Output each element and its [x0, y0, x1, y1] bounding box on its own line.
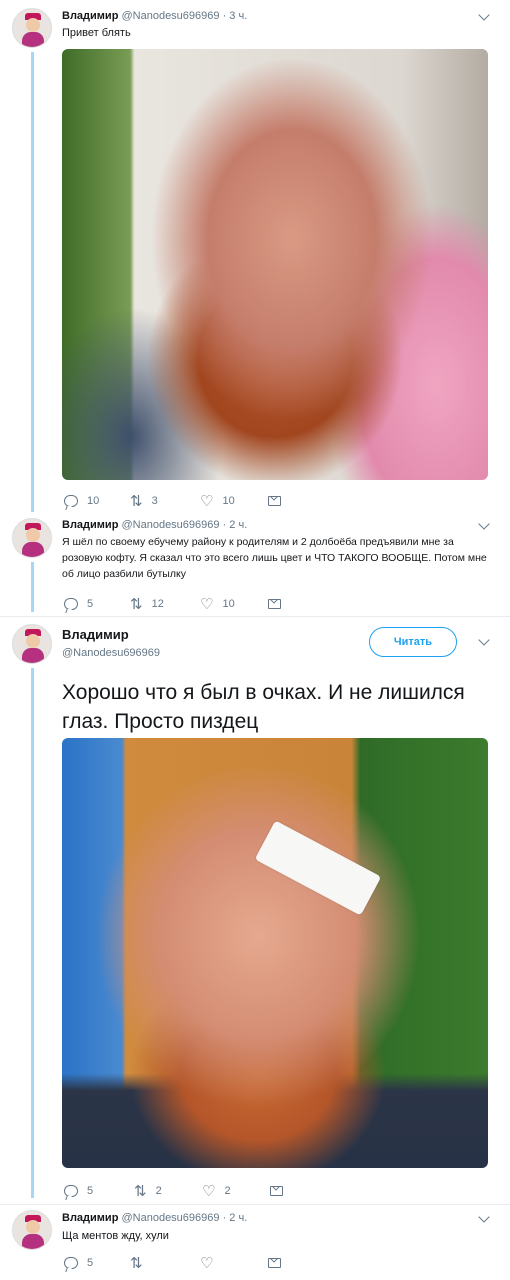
- avatar[interactable]: [12, 518, 52, 558]
- reply-count: 5: [87, 1257, 94, 1269]
- reply-button[interactable]: 10: [64, 493, 99, 509]
- author-name[interactable]: Владимир: [62, 627, 129, 642]
- retweet-count: 12: [151, 598, 164, 610]
- author-handle[interactable]: @Nanodesu696969: [62, 647, 160, 659]
- reply-count: 10: [87, 495, 100, 507]
- avatar[interactable]: [12, 624, 52, 664]
- like-button[interactable]: ♡ 10: [200, 596, 235, 612]
- bandage-graphic: [254, 820, 382, 916]
- separator: ·: [219, 519, 230, 531]
- tweet-header: Владимир @Nanodesu696969 · 3 ч.: [62, 10, 247, 22]
- reply-icon: [64, 1185, 78, 1197]
- tweet-text: Ща ментов жду, хули: [62, 1230, 169, 1242]
- reply-icon: [64, 495, 78, 507]
- like-button[interactable]: ♡ 10: [200, 493, 235, 509]
- chevron-down-icon[interactable]: [478, 1211, 490, 1223]
- chevron-down-icon[interactable]: [478, 9, 490, 21]
- thread-line: [31, 562, 34, 612]
- chevron-down-icon[interactable]: [478, 518, 490, 530]
- timestamp[interactable]: 3 ч.: [229, 10, 247, 22]
- author-handle[interactable]: @Nanodesu696969: [121, 519, 219, 531]
- reply-button[interactable]: 5: [64, 596, 93, 612]
- retweet-icon: ⇅: [130, 595, 143, 613]
- thread-line: [31, 668, 34, 1198]
- avatar[interactable]: [12, 8, 52, 48]
- thread-line: [31, 52, 34, 512]
- author-handle[interactable]: @Nanodesu696969: [121, 1212, 219, 1224]
- like-icon: ♡: [202, 1182, 216, 1200]
- reply-icon: [64, 1257, 78, 1269]
- retweet-icon: ⇅: [130, 1254, 143, 1272]
- chevron-down-icon[interactable]: [478, 634, 490, 646]
- reply-button[interactable]: 5: [64, 1183, 93, 1199]
- tweet-text: Хорошо что я был в очках. И не лишился г…: [62, 681, 465, 733]
- message-icon: [268, 496, 281, 506]
- tweet-photo[interactable]: [62, 738, 488, 1168]
- retweet-button[interactable]: ⇅ 2: [134, 1183, 162, 1199]
- avatar[interactable]: [12, 1210, 52, 1250]
- divider: [0, 1204, 510, 1205]
- author-name[interactable]: Владимир: [62, 519, 118, 531]
- like-count: 10: [222, 598, 235, 610]
- message-icon: [270, 1186, 283, 1196]
- retweet-count: 3: [151, 495, 158, 507]
- like-icon: ♡: [200, 595, 214, 613]
- timestamp[interactable]: 2 ч.: [229, 519, 247, 531]
- like-icon: ♡: [200, 1254, 214, 1272]
- like-count: 10: [222, 495, 235, 507]
- retweet-button[interactable]: ⇅ 12: [130, 596, 164, 612]
- message-button[interactable]: [268, 493, 281, 509]
- message-icon: [268, 1258, 281, 1268]
- message-button[interactable]: [268, 596, 281, 612]
- reply-count: 5: [87, 1185, 94, 1197]
- reply-icon: [64, 598, 78, 610]
- separator: ·: [219, 10, 230, 22]
- separator: ·: [219, 1212, 230, 1224]
- author-name[interactable]: Владимир: [62, 10, 118, 22]
- like-button[interactable]: ♡ 2: [202, 1183, 231, 1199]
- message-button[interactable]: [270, 1183, 283, 1199]
- retweet-button[interactable]: ⇅ 3: [130, 493, 158, 509]
- message-button[interactable]: [268, 1255, 281, 1271]
- tweet-text: Я шёл по своему ебучему району к родител…: [62, 536, 487, 580]
- retweet-button[interactable]: ⇅: [130, 1255, 143, 1271]
- tweet-text: Привет блять: [62, 27, 131, 39]
- like-count: 2: [224, 1185, 231, 1197]
- retweet-icon: ⇅: [134, 1182, 147, 1200]
- timestamp[interactable]: 2 ч.: [229, 1212, 247, 1224]
- reply-button[interactable]: 5: [64, 1255, 93, 1271]
- retweet-icon: ⇅: [130, 492, 143, 510]
- author-handle[interactable]: @Nanodesu696969: [121, 10, 219, 22]
- tweet-header: Владимир @Nanodesu696969 · 2 ч.: [62, 519, 247, 531]
- retweet-count: 2: [155, 1185, 162, 1197]
- tweet-photo[interactable]: [62, 49, 488, 480]
- tweet-header: Владимир @Nanodesu696969 · 2 ч.: [62, 1212, 247, 1224]
- like-icon: ♡: [200, 492, 214, 510]
- like-button[interactable]: ♡: [200, 1255, 213, 1271]
- message-icon: [268, 599, 281, 609]
- reply-count: 5: [87, 598, 94, 610]
- divider: [0, 616, 510, 617]
- follow-button[interactable]: Читать: [369, 627, 457, 657]
- author-name[interactable]: Владимир: [62, 1212, 118, 1224]
